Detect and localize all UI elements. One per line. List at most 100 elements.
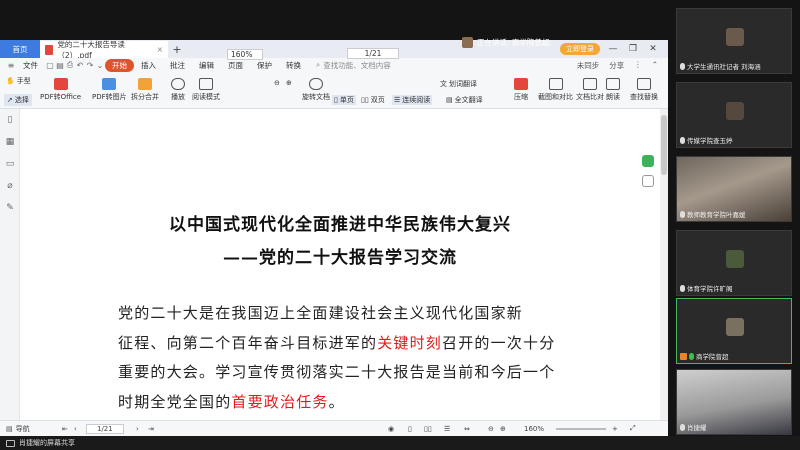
- translate-label: 划词翻译: [449, 80, 477, 88]
- screenshot-button[interactable]: 截图和对比: [538, 78, 573, 102]
- rotate-button[interactable]: 旋转文档: [302, 78, 330, 102]
- find-replace-button[interactable]: 查找替换: [630, 78, 658, 102]
- participant-tile[interactable]: 传媒学院查玉婷: [676, 82, 792, 148]
- reading-mode-button[interactable]: 阅读模式: [192, 78, 220, 102]
- login-button[interactable]: 立即登录: [560, 43, 600, 55]
- participant-label: 体育学院许旷阁: [680, 283, 733, 293]
- status-zoom-in-plus-icon[interactable]: +: [612, 425, 618, 433]
- single-page-button[interactable]: ▯ 单页: [332, 95, 356, 105]
- pdf-to-image-button[interactable]: PDF转图片: [92, 78, 127, 102]
- menu-protect[interactable]: 保护: [250, 60, 279, 71]
- signature-icon[interactable]: ✎: [0, 197, 20, 219]
- double-page-button[interactable]: ▯▯ 双页: [361, 95, 385, 105]
- fit-icon[interactable]: ⇔: [464, 425, 470, 433]
- attachment-icon[interactable]: ⌀: [0, 175, 20, 197]
- mic-icon: [680, 62, 685, 70]
- ai-assistant-icon[interactable]: [642, 155, 654, 167]
- new-tab-button[interactable]: +: [168, 41, 186, 58]
- scrollbar-thumb[interactable]: [661, 115, 667, 175]
- status-zoom-in-icon[interactable]: ⊕: [500, 425, 506, 433]
- zoom-select[interactable]: 160%: [227, 49, 263, 60]
- mic-icon: [689, 352, 694, 360]
- zoom-in-icon[interactable]: ⊕: [286, 79, 292, 87]
- zoom-slider[interactable]: [556, 427, 606, 430]
- close-icon[interactable]: ×: [157, 45, 163, 54]
- highlight-text: 关键时刻: [377, 334, 443, 352]
- single-page-icon: ▯: [334, 96, 338, 104]
- scissors-icon: [548, 78, 563, 90]
- select-tool[interactable]: ➚ 选择: [4, 94, 32, 106]
- pdf-file-icon: [45, 44, 54, 55]
- book-icon: [199, 78, 213, 90]
- pdf-to-office-button[interactable]: PDF转Office: [40, 78, 81, 102]
- participant-video-tile[interactable]: 肖捷耀: [676, 369, 792, 435]
- sync-status[interactable]: 未同步: [577, 60, 600, 71]
- hand-tool[interactable]: ✋ 手型: [6, 76, 31, 86]
- read-aloud-button[interactable]: 朗读: [606, 78, 620, 102]
- document-tab[interactable]: 党的二十大报告导读（2）.pdf ×: [40, 40, 168, 60]
- comment-icon[interactable]: ▭: [0, 153, 20, 175]
- panel-toggle-icon[interactable]: [642, 175, 654, 187]
- more-icon[interactable]: ⋮: [634, 60, 642, 71]
- fullscreen-icon[interactable]: ⤢: [630, 424, 636, 433]
- continuous-view-icon[interactable]: ☰: [444, 425, 450, 433]
- prev-page-icon[interactable]: ‹: [74, 425, 77, 433]
- chevron-down-icon[interactable]: ⌄: [95, 61, 105, 70]
- participant-tile[interactable]: 大学生通讯社记者 刘海涵: [676, 8, 792, 74]
- menu-annotate[interactable]: 批注: [163, 60, 192, 71]
- share-button[interactable]: 分享: [609, 60, 624, 71]
- single-page-label: 单页: [339, 96, 354, 104]
- search-input[interactable]: ⌕ 查找功能、文档内容: [316, 60, 391, 71]
- collapse-icon[interactable]: ⌃: [652, 60, 658, 71]
- thumbnail-icon[interactable]: ▦: [0, 131, 20, 153]
- home-tab[interactable]: 首页: [0, 40, 40, 58]
- open-icon[interactable]: ▢: [45, 61, 55, 70]
- bookmark-icon[interactable]: ▯: [0, 109, 20, 131]
- minimize-icon[interactable]: —: [606, 44, 620, 54]
- window-close-icon[interactable]: ✕: [646, 44, 660, 54]
- vertical-scrollbar[interactable]: [660, 109, 668, 420]
- play-button[interactable]: 播放: [171, 78, 185, 102]
- continuous-label: 连续阅读: [402, 96, 431, 104]
- zoom-out-icon[interactable]: ⊖: [274, 79, 280, 87]
- maximize-icon[interactable]: ❐: [626, 44, 640, 54]
- compress-button[interactable]: 压缩: [514, 78, 528, 102]
- participant-label: 大学生通讯社记者 刘海涵: [680, 61, 761, 71]
- last-page-icon[interactable]: ⇥: [148, 425, 154, 433]
- print-icon[interactable]: ⎙: [65, 60, 75, 70]
- participant-video-tile[interactable]: 教师教育学院叶嘉媛: [676, 156, 792, 222]
- double-page-icon: ▯▯: [361, 96, 369, 104]
- menu-edit[interactable]: 编辑: [192, 60, 221, 71]
- menu-file[interactable]: 文件: [16, 60, 45, 71]
- menu-insert[interactable]: 插入: [134, 60, 163, 71]
- participant-tile-speaking[interactable]: 商学院曾超: [676, 298, 792, 364]
- page-indicator[interactable]: 1/21: [86, 423, 124, 434]
- split-merge-button[interactable]: 拆分合并: [131, 78, 159, 102]
- menu-page[interactable]: 页面: [221, 60, 250, 71]
- full-translate-button[interactable]: ▤ 全文翻译: [446, 95, 483, 105]
- outline-toggle[interactable]: ▤ 导航: [6, 424, 30, 434]
- redo-icon[interactable]: ↷: [85, 61, 95, 70]
- compress-icon: [514, 78, 528, 90]
- zoom-level[interactable]: 160%: [524, 425, 544, 433]
- next-page-icon[interactable]: ›: [136, 425, 139, 433]
- pdf-to-office-label: PDF转Office: [40, 93, 82, 101]
- first-page-icon[interactable]: ⇤: [62, 425, 68, 433]
- single-view-icon[interactable]: ▯: [408, 425, 412, 433]
- participant-tile[interactable]: 体育学院许旷阁: [676, 230, 792, 296]
- save-icon[interactable]: ▤: [55, 61, 65, 70]
- mic-icon: [680, 284, 685, 292]
- doc-compare-button[interactable]: 文档比对: [576, 78, 604, 102]
- eye-icon[interactable]: ◉: [388, 425, 394, 433]
- menu-convert[interactable]: 转换: [279, 60, 308, 71]
- translate-button[interactable]: 文 划词翻译: [440, 79, 477, 89]
- menu-hamburger-icon[interactable]: ≡: [6, 61, 16, 70]
- speaking-indicator: 正在讲话: 商学院曾超;: [462, 36, 552, 48]
- pdf-to-office-icon: [53, 78, 68, 90]
- continuous-reading-button[interactable]: ☰ 连续阅读: [392, 95, 433, 105]
- double-view-icon[interactable]: ▯▯: [424, 425, 432, 433]
- undo-icon[interactable]: ↶: [75, 61, 85, 70]
- status-zoom-out-icon[interactable]: ⊖: [488, 425, 494, 433]
- page-input[interactable]: 1/21: [347, 48, 399, 59]
- menu-start[interactable]: 开始: [105, 58, 134, 72]
